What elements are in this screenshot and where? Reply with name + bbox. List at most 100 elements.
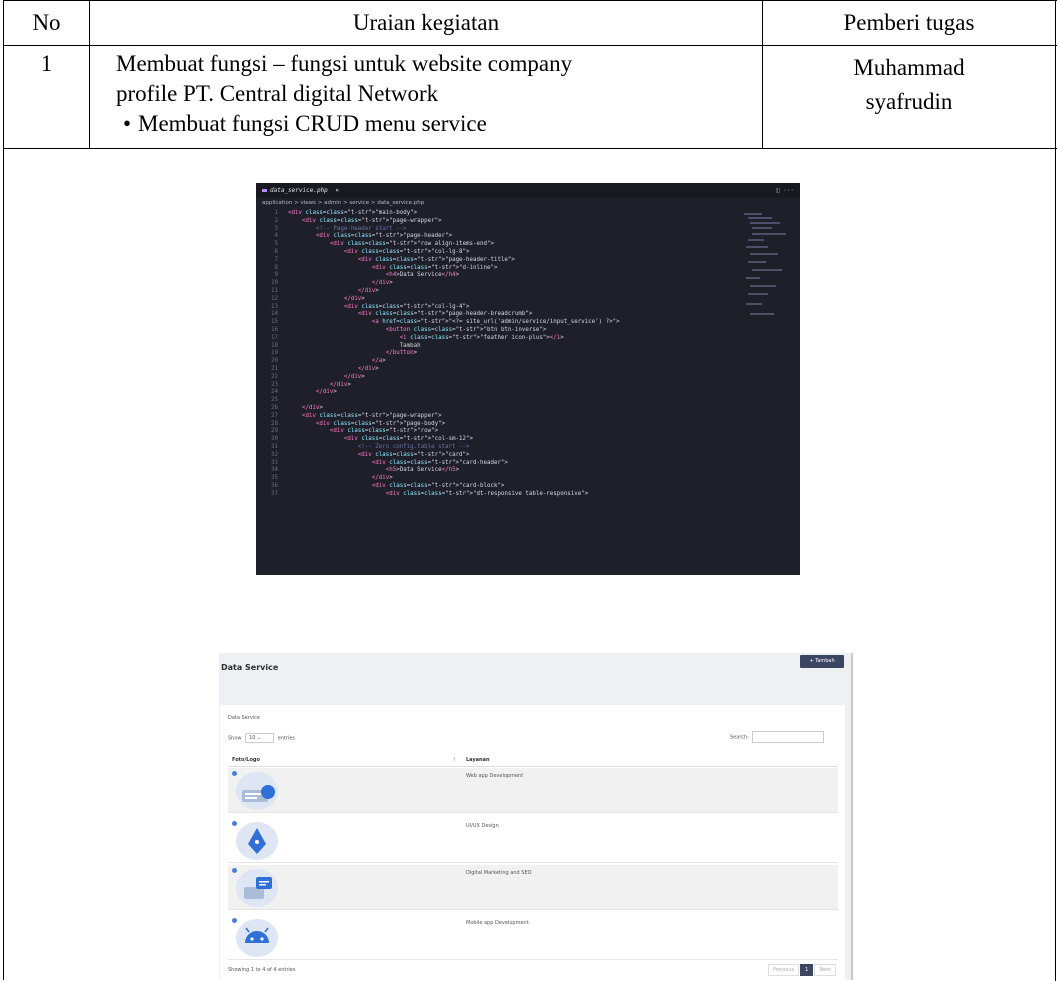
line-number: 17: [271, 334, 278, 341]
chevron-down-icon: ⌄: [257, 735, 262, 741]
code-text: <h4>Data Service</h4>: [385, 272, 460, 279]
editor-tab-name: data_service.php: [270, 187, 328, 194]
header-row-divider: [4, 45, 1057, 46]
php-file-icon: [262, 189, 267, 192]
header-uraian: Uraian kegiatan: [352, 10, 500, 35]
code-text: <div class=class="t-str">"page-body">: [315, 420, 446, 427]
uraian-bullet-list: Membuat fungsi CRUD menu service: [116, 109, 756, 139]
code-line: 13 <div class=class="t-str">"col-lg-4">: [256, 304, 800, 312]
line-number: 37: [271, 490, 278, 497]
line-number: 16: [271, 326, 278, 333]
table-row[interactable]: Web app Development: [228, 768, 838, 813]
code-line: 35 </div>: [256, 475, 800, 483]
code-text: </div>: [301, 404, 323, 411]
sort-icon[interactable]: ↑: [452, 757, 456, 763]
layanan-cell: Web app Development: [466, 773, 524, 779]
pemberi-line2: syafrudin: [865, 89, 953, 114]
layanan-cell: Digital Marketing and SEO: [466, 870, 532, 876]
line-number: 1: [274, 210, 279, 216]
layanan-cell: Mobile app Development: [466, 920, 529, 926]
split-editor-icon: ◫ ···: [775, 187, 794, 194]
line-number: 20: [271, 358, 278, 365]
line-number: 25: [271, 397, 278, 404]
code-line: 26 </div>: [256, 405, 800, 413]
code-line: 20 </a>: [256, 358, 800, 366]
line-number: 21: [271, 365, 278, 372]
column-layanan[interactable]: Layanan: [466, 757, 490, 763]
line-number: 12: [271, 295, 278, 302]
code-text: <div class=class="t-str">"d-inline">: [371, 264, 498, 271]
code-text: <div class=class="t-str">"page-header-br…: [357, 311, 533, 318]
table-row[interactable]: Mobile app Development: [228, 915, 838, 960]
line-number: 31: [271, 443, 278, 450]
line-number: 5: [274, 241, 279, 248]
card-title: Data Service: [228, 715, 261, 721]
line-number: 36: [271, 482, 278, 489]
line-number: 32: [271, 451, 278, 458]
code-line: 34 <h5>Data Service</h5>: [256, 467, 800, 475]
line-number: 24: [271, 389, 278, 396]
data-service-page-screenshot: Data Service + Tambah Data Service Show …: [219, 653, 853, 980]
code-line: 2 <div class=class="t-str">"page-wrapper…: [256, 218, 800, 226]
search-label: Search:: [730, 734, 749, 741]
editor-breadcrumb: application > views > admin > service > …: [262, 200, 425, 206]
code-line: 15 <a href=class="t-str">"<?= site_url('…: [256, 319, 800, 327]
code-text: </div>: [357, 287, 379, 294]
code-text: </div>: [329, 381, 351, 388]
code-line: 24 </div>: [256, 389, 800, 397]
code-text: <!-- Page-header start -->: [288, 225, 407, 232]
bullet-item: Membuat fungsi CRUD menu service: [116, 109, 756, 139]
code-line: 16 <button class=class="t-str">"btn btn-…: [256, 327, 800, 335]
code-text: <i class=class="t-str">"feather icon-plu…: [399, 334, 564, 341]
code-line: 30 <div class=class="t-str">"col-sm-12">: [256, 436, 800, 444]
android-icon: [236, 919, 278, 957]
show-label: Show: [228, 735, 242, 742]
code-line: 33 <div class=class="t-str">"card-header…: [256, 460, 800, 468]
code-line: 25: [256, 397, 800, 405]
next-button[interactable]: Next: [814, 964, 836, 976]
table-row[interactable]: Digital Marketing and SEO: [228, 865, 838, 910]
code-line: 37 <div class=class="t-str">"dt-responsi…: [256, 491, 800, 499]
code-text: <a href=class="t-str">"<?= site_url('adm…: [371, 319, 620, 326]
page-scrollbar[interactable]: [851, 653, 853, 980]
code-text: <div class=class="t-str">"row align-item…: [329, 241, 494, 248]
line-number: 3: [274, 225, 279, 232]
row1-no: 1: [40, 51, 53, 76]
code-text: </div>: [371, 475, 393, 482]
line-number: 34: [271, 467, 278, 474]
page-1-button[interactable]: 1: [800, 964, 814, 976]
line-number: 6: [274, 248, 279, 255]
code-line: 7 <div class=class="t-str">"page-header-…: [256, 257, 800, 265]
line-number: 11: [271, 287, 278, 294]
header-no: No: [32, 10, 61, 35]
table-row[interactable]: UI/UX Design: [228, 818, 838, 863]
code-line: 23 </div>: [256, 382, 800, 390]
tambah-button[interactable]: + Tambah: [800, 655, 844, 668]
code-text: </a>: [371, 358, 386, 365]
page-title: Data Service: [221, 663, 279, 672]
line-number: 33: [271, 459, 278, 466]
search-input[interactable]: [751, 731, 824, 743]
entries-label: entries: [277, 735, 296, 742]
line-number: 7: [274, 256, 279, 263]
editor-minimap: [742, 213, 786, 323]
code-text: <div class=class="t-str">"col-lg-4">: [343, 303, 470, 310]
header-pemberi: Pemberi tugas: [843, 10, 975, 35]
code-line: 10 </div>: [256, 280, 800, 288]
code-text: <div class=class="t-str">"page-wrapper">: [301, 412, 442, 419]
column-foto-logo[interactable]: Foto/Logo: [232, 757, 260, 763]
search-control: Search:: [730, 731, 824, 743]
code-line: 18 Tambah: [256, 343, 800, 351]
code-text: <button class=class="t-str">"btn btn-inv…: [385, 326, 547, 333]
entries-select[interactable]: 10 ⌄: [245, 733, 275, 743]
line-number: 35: [271, 475, 278, 482]
previous-button[interactable]: Previous: [768, 964, 800, 976]
line-number: 23: [271, 381, 278, 388]
line-number: 8: [274, 264, 279, 271]
code-line: 32 <div class=class="t-str">"card">: [256, 452, 800, 460]
code-line: 3 <!-- Page-header start -->: [256, 226, 800, 234]
line-number: 2: [274, 217, 279, 224]
code-line: 29 <div class=class="t-str">"row">: [256, 428, 800, 436]
entries-control: Show 10 ⌄ entries: [228, 733, 295, 743]
code-line: 17 <i class=class="t-str">"feather icon-…: [256, 335, 800, 343]
